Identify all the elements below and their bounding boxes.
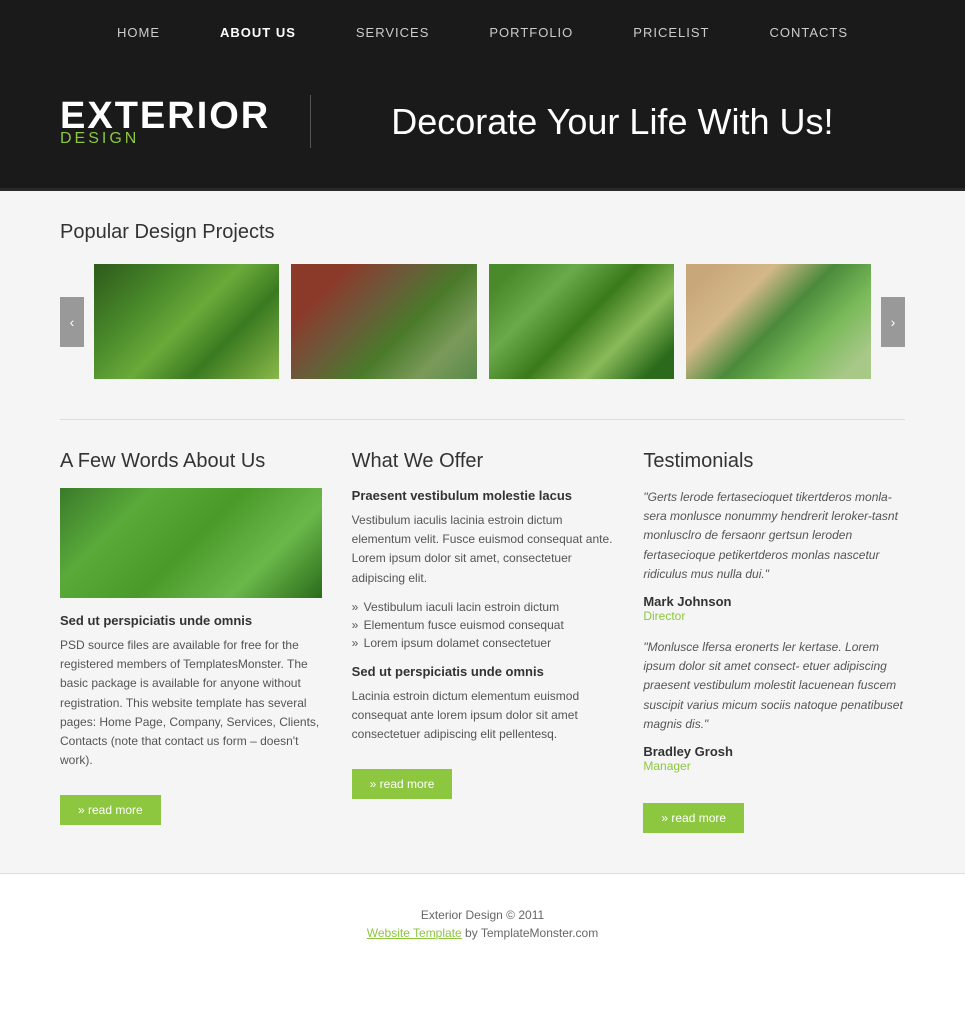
carousel-images xyxy=(94,264,871,379)
about-read-more[interactable]: » read more xyxy=(60,795,161,825)
carousel-prev[interactable]: ‹ xyxy=(60,297,84,347)
main-content: Popular Design Projects ‹ › A Few Words … xyxy=(0,191,965,873)
section-divider xyxy=(60,419,905,420)
testimonial-1-name: Mark Johnson xyxy=(643,594,905,609)
about-title: A Few Words About Us xyxy=(60,450,322,473)
about-image xyxy=(60,488,322,598)
carousel: ‹ › xyxy=(60,264,905,379)
offer-list-item-1: Vestibulum iaculi lacin estroin dictum xyxy=(352,598,614,616)
about-subtitle: Sed ut perspiciatis unde omnis xyxy=(60,613,322,628)
brand-sub: DESIGN xyxy=(60,130,270,148)
testimonial-1-quote: "Gerts lerode fertasecioquet tikertderos… xyxy=(643,488,905,584)
offer-read-more[interactable]: » read more xyxy=(352,769,453,799)
hero-section: EXTERIOR DESIGN Decorate Your Life With … xyxy=(0,65,965,191)
testimonial-2-quote: "Monlusce lfersa eronerts ler kertase. L… xyxy=(643,638,905,734)
footer-suffix: by TemplateMonster.com xyxy=(462,926,599,940)
nav-home[interactable]: HOME xyxy=(117,25,160,40)
projects-title: Popular Design Projects xyxy=(60,221,905,244)
footer: Exterior Design © 2011 Website Template … xyxy=(0,873,965,974)
offer-sub-title: Sed ut perspiciatis unde omnis xyxy=(352,664,614,679)
carousel-next[interactable]: › xyxy=(881,297,905,347)
projects-section: Popular Design Projects ‹ › xyxy=(60,221,905,379)
offer-title: What We Offer xyxy=(352,450,614,473)
project-image-2[interactable] xyxy=(291,264,476,379)
project-image-3[interactable] xyxy=(489,264,674,379)
testimonial-2-name: Bradley Grosh xyxy=(643,744,905,759)
testimonials-title: Testimonials xyxy=(643,450,905,473)
offer-column: What We Offer Praesent vestibulum molest… xyxy=(352,450,614,833)
footer-copyright: Exterior Design © 2011 xyxy=(30,908,935,922)
offer-lead-title: Praesent vestibulum molestie lacus xyxy=(352,488,614,503)
nav-services[interactable]: SERVICES xyxy=(356,25,430,40)
three-columns: A Few Words About Us Sed ut perspiciatis… xyxy=(60,450,905,833)
about-body: PSD source files are available for free … xyxy=(60,636,322,770)
testimonials-read-more[interactable]: » read more xyxy=(643,803,744,833)
testimonials-column: Testimonials "Gerts lerode fertasecioque… xyxy=(643,450,905,833)
offer-list: Vestibulum iaculi lacin estroin dictum E… xyxy=(352,598,614,652)
nav-about[interactable]: ABOUT US xyxy=(220,25,296,40)
hero-tagline: Decorate Your Life With Us! xyxy=(351,101,833,143)
footer-link[interactable]: Website Template xyxy=(367,926,462,940)
project-image-1[interactable] xyxy=(94,264,279,379)
footer-template: Website Template by TemplateMonster.com xyxy=(30,926,935,940)
nav-pricelist[interactable]: PRICELIST xyxy=(633,25,709,40)
hero-brand: EXTERIOR DESIGN xyxy=(60,95,311,148)
offer-lead-text: Vestibulum iaculis lacinia estroin dictu… xyxy=(352,511,614,588)
testimonial-1-role: Director xyxy=(643,609,905,623)
nav-contacts[interactable]: CONTACTS xyxy=(769,25,848,40)
offer-sub-text: Lacinia estroin dictum elementum euismod… xyxy=(352,687,614,745)
offer-list-item-2: Elementum fusce euismod consequat xyxy=(352,616,614,634)
about-column: A Few Words About Us Sed ut perspiciatis… xyxy=(60,450,322,833)
main-nav: HOME ABOUT US SERVICES PORTFOLIO PRICELI… xyxy=(0,0,965,65)
offer-list-item-3: Lorem ipsum dolamet consectetuer xyxy=(352,634,614,652)
project-image-4[interactable] xyxy=(686,264,871,379)
testimonial-2-role: Manager xyxy=(643,759,905,773)
nav-portfolio[interactable]: PORTFOLIO xyxy=(489,25,573,40)
